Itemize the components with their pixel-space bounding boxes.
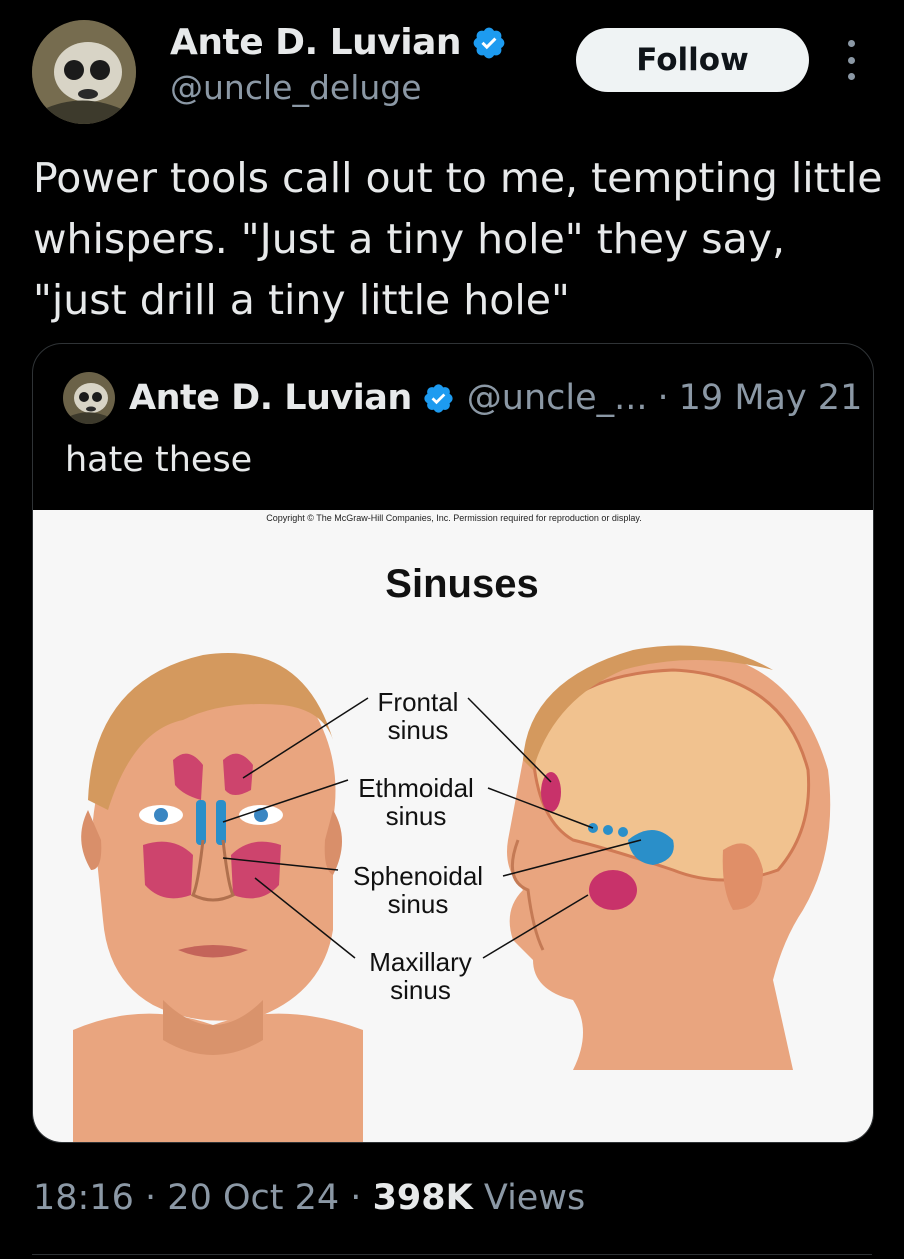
tweet-text: Power tools call out to me, tempting lit…: [33, 154, 883, 324]
quoted-author-handle: @uncle_...: [466, 378, 648, 418]
label-sphenoidal-sinus: Sphenoidal sinus: [333, 862, 503, 918]
follow-button[interactable]: Follow: [576, 28, 809, 92]
label-frontal-line2: sinus: [387, 715, 449, 745]
separator-dot: ·: [350, 1178, 362, 1218]
label-maxillary-line2: sinus: [390, 975, 451, 1005]
label-ethmoidal-line1: Ethmoidal: [358, 773, 474, 803]
figure-title: Sinuses: [385, 562, 539, 606]
quoted-tweet-header: Ante D. Luvian @uncle_... · 19 May 21: [63, 372, 862, 424]
front-face-drawing: [73, 653, 363, 1142]
quoted-tweet-card[interactable]: Ante D. Luvian @uncle_... · 19 May 21 ha…: [32, 343, 874, 1143]
label-frontal-line1: Frontal: [377, 687, 459, 717]
separator-dot: ·: [657, 378, 669, 418]
divider: [32, 1254, 872, 1255]
label-ethmoidal-sinus: Ethmoidal sinus: [341, 774, 491, 830]
label-maxillary-line1: Maxillary: [369, 947, 472, 977]
author-name[interactable]: Ante D. Luvian: [170, 22, 462, 63]
author-avatar[interactable]: [32, 20, 136, 124]
views-count[interactable]: 398K: [373, 1178, 473, 1218]
label-frontal-sinus: Frontal sinus: [368, 688, 468, 744]
tweet-meta: 18:16 · 20 Oct 24 · 398K Views: [33, 1178, 585, 1218]
sinus-diagram-image[interactable]: Copyright © The McGraw-Hill Companies, I…: [33, 510, 873, 1142]
quoted-author-name: Ante D. Luvian: [129, 378, 412, 418]
views-label: Views: [483, 1178, 586, 1218]
quoted-date: 19 May 21: [678, 378, 863, 418]
author-name-row: Ante D. Luvian: [170, 22, 507, 63]
author-handle[interactable]: @uncle_deluge: [170, 68, 422, 107]
label-ethmoidal-line2: sinus: [385, 801, 447, 831]
tweet-header: Ante D. Luvian @uncle_deluge Follow: [0, 0, 904, 130]
label-maxillary-sinus: Maxillary sinus: [353, 948, 488, 1004]
tweet-time[interactable]: 18:16: [33, 1178, 134, 1218]
label-sphenoidal-line1: Sphenoidal: [352, 861, 484, 891]
quoted-tweet-text: hate these: [65, 440, 253, 480]
tweet-date[interactable]: 20 Oct 24: [167, 1178, 339, 1218]
label-sphenoidal-line2: sinus: [387, 889, 449, 919]
more-vertical-icon[interactable]: [840, 40, 862, 80]
side-head-drawing: [507, 645, 831, 1070]
verified-badge-icon: [473, 27, 505, 58]
quoted-author-avatar: [63, 372, 115, 424]
separator-dot: ·: [145, 1178, 157, 1218]
figure-copyright: Copyright © The McGraw-Hill Companies, I…: [266, 513, 642, 523]
verified-badge-icon: [424, 383, 453, 413]
